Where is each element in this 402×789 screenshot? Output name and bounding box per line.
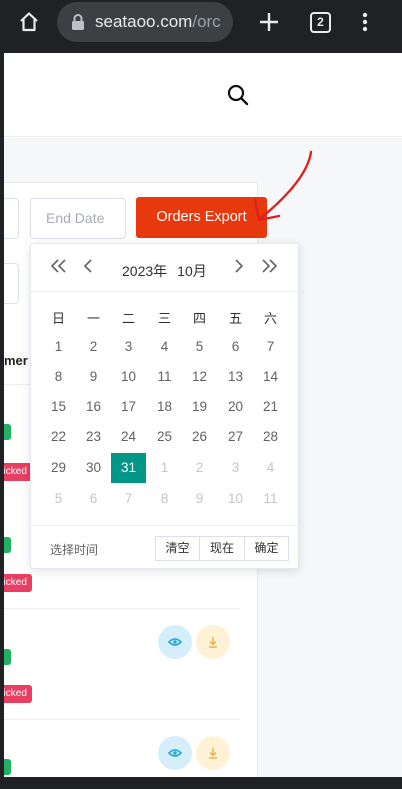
browser-toolbar: seataoo.com/orc 2 bbox=[0, 0, 402, 46]
prev-month-icon[interactable] bbox=[83, 258, 93, 278]
day-cell[interactable]: 28 bbox=[253, 422, 288, 452]
weekday-label: 五 bbox=[228, 311, 242, 326]
month-label[interactable]: 10月 bbox=[177, 263, 207, 279]
day-cell[interactable]: 3 bbox=[218, 453, 253, 483]
year-label[interactable]: 2023年 bbox=[122, 263, 167, 279]
tab-switcher-button[interactable]: 2 bbox=[310, 12, 331, 33]
start-date-input[interactable] bbox=[4, 198, 19, 239]
day-cell[interactable]: 25 bbox=[147, 422, 182, 452]
day-cell[interactable]: 9 bbox=[76, 362, 111, 392]
day-cell[interactable]: 15 bbox=[41, 392, 76, 422]
day-cell[interactable]: 16 bbox=[76, 392, 111, 422]
day-cell[interactable]: 5 bbox=[182, 332, 217, 362]
view-order-button[interactable] bbox=[158, 625, 192, 659]
day-cell[interactable]: 13 bbox=[218, 362, 253, 392]
date-picker-popup: 2023年 10月 日一二三四五六 1 2 3 4 5 6 7 8 9 10 11 12 13 14 15 16… bbox=[30, 243, 299, 569]
day-cell[interactable]: 2 bbox=[182, 453, 217, 483]
day-cell[interactable]: 20 bbox=[218, 392, 253, 422]
row-divider bbox=[4, 719, 240, 720]
day-cell[interactable]: 7 bbox=[253, 332, 288, 362]
date-picker-footer: 选择时间 清空 现在 确定 bbox=[31, 525, 298, 569]
status-badge-green bbox=[4, 649, 11, 665]
weekday-label: 一 bbox=[86, 311, 100, 326]
day-cell[interactable]: 14 bbox=[253, 362, 288, 392]
search-icon[interactable] bbox=[226, 83, 250, 107]
day-cell[interactable]: 9 bbox=[182, 484, 217, 514]
next-month-icon[interactable] bbox=[234, 258, 244, 278]
system-nav-bar bbox=[0, 777, 402, 789]
eye-icon bbox=[167, 749, 183, 757]
eye-icon bbox=[167, 638, 183, 646]
new-tab-icon[interactable] bbox=[257, 10, 281, 34]
day-cell[interactable]: 1 bbox=[147, 453, 182, 483]
weekday-label: 四 bbox=[192, 311, 206, 326]
day-cell[interactable]: 4 bbox=[147, 332, 182, 362]
status-badge-picked: picked bbox=[4, 685, 32, 703]
orders-export-button[interactable]: Orders Export bbox=[136, 197, 267, 238]
day-cell[interactable]: 4 bbox=[253, 453, 288, 483]
confirm-button[interactable]: 确定 bbox=[244, 536, 289, 561]
weekday-label: 三 bbox=[157, 311, 171, 326]
day-cell[interactable]: 24 bbox=[111, 422, 146, 452]
day-cell[interactable]: 7 bbox=[111, 484, 146, 514]
day-cell[interactable]: 6 bbox=[76, 484, 111, 514]
weekday-label: 二 bbox=[121, 311, 135, 326]
day-cell[interactable]: 5 bbox=[41, 484, 76, 514]
day-cell[interactable]: 19 bbox=[182, 392, 217, 422]
day-cell[interactable]: 6 bbox=[218, 332, 253, 362]
day-cell[interactable]: 10 bbox=[218, 484, 253, 514]
day-cell[interactable]: 11 bbox=[147, 362, 182, 392]
weekday-label: 日 bbox=[51, 311, 65, 326]
day-cell[interactable]: 30 bbox=[76, 453, 111, 483]
download-icon bbox=[209, 748, 217, 759]
day-cell[interactable]: 27 bbox=[218, 422, 253, 452]
date-picker-header: 2023年 10月 bbox=[31, 244, 298, 292]
day-cell[interactable]: 17 bbox=[111, 392, 146, 422]
more-menu-icon[interactable] bbox=[358, 10, 372, 34]
day-cell[interactable]: 26 bbox=[182, 422, 217, 452]
download-order-button[interactable] bbox=[196, 736, 230, 770]
day-cell[interactable]: 2 bbox=[76, 332, 111, 362]
download-icon bbox=[209, 637, 217, 648]
lock-icon bbox=[72, 14, 84, 30]
next-year-icon[interactable] bbox=[260, 258, 278, 278]
day-cell[interactable]: 29 bbox=[41, 453, 76, 483]
month-year-title[interactable]: 2023年 10月 bbox=[122, 261, 217, 281]
row-divider bbox=[4, 608, 240, 609]
day-cell[interactable]: 18 bbox=[147, 392, 182, 422]
column-header: mer bbox=[4, 353, 28, 368]
weekday-label: 六 bbox=[263, 311, 277, 326]
day-cell[interactable]: 10 bbox=[111, 362, 146, 392]
status-badge-picked: picked bbox=[4, 574, 32, 592]
url-text: seataoo.com/orc bbox=[95, 12, 221, 31]
day-cell[interactable]: 8 bbox=[147, 484, 182, 514]
address-bar[interactable]: seataoo.com/orc bbox=[57, 2, 233, 42]
home-icon[interactable] bbox=[17, 10, 41, 34]
status-badge-green bbox=[4, 537, 11, 553]
download-order-button[interactable] bbox=[196, 625, 230, 659]
day-cell[interactable]: 11 bbox=[253, 484, 288, 514]
filter-input[interactable] bbox=[4, 263, 19, 304]
site-header bbox=[4, 53, 402, 137]
status-badge-green bbox=[4, 759, 11, 775]
annotation-arrow-icon bbox=[253, 150, 313, 222]
day-cell[interactable]: 23 bbox=[76, 422, 111, 452]
day-cell[interactable]: 21 bbox=[253, 392, 288, 422]
now-button[interactable]: 现在 bbox=[199, 536, 245, 561]
prev-year-icon[interactable] bbox=[50, 258, 68, 278]
day-cell[interactable]: 1 bbox=[41, 332, 76, 362]
status-badge-green bbox=[4, 424, 11, 440]
end-date-input[interactable]: End Date bbox=[30, 198, 126, 239]
day-cell[interactable]: 3 bbox=[111, 332, 146, 362]
status-badge-picked: picked bbox=[4, 463, 32, 481]
view-order-button[interactable] bbox=[158, 736, 192, 770]
select-time-label[interactable]: 选择时间 bbox=[50, 541, 98, 558]
clear-button[interactable]: 清空 bbox=[155, 536, 200, 561]
day-cell[interactable]: 22 bbox=[41, 422, 76, 452]
day-cell[interactable]: 8 bbox=[41, 362, 76, 392]
selected-day-cell[interactable]: 31 bbox=[111, 453, 146, 483]
day-cell[interactable]: 12 bbox=[182, 362, 217, 392]
